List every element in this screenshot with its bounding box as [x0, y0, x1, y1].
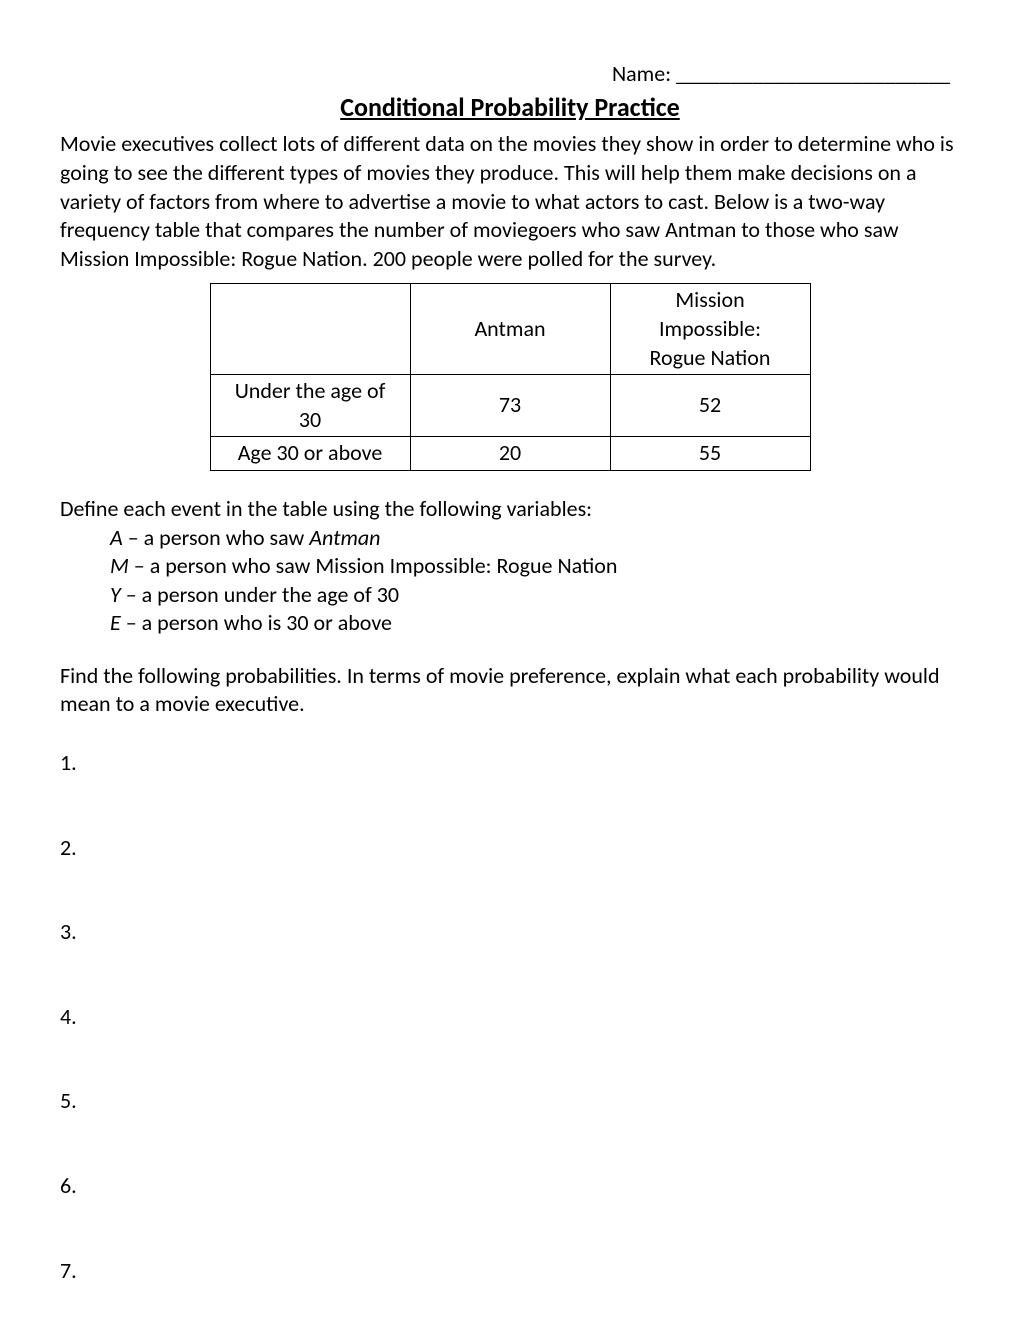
define-section: Define each event in the table using the…	[60, 495, 960, 638]
question-item: 3.	[60, 918, 960, 947]
table-row: Age 30 or above 20 55	[210, 437, 810, 471]
question-item: 2.	[60, 834, 960, 863]
row-label: Under the age of 30	[210, 375, 410, 437]
define-heading: Define each event in the table using the…	[60, 495, 960, 524]
define-list: A – a person who saw Antman M – a person…	[60, 524, 960, 638]
table-header-mi: Mission Impossible: Rogue Nation	[610, 284, 810, 375]
name-field-line: Name: _________________________	[60, 60, 960, 89]
list-item: M – a person who saw Mission Impossible:…	[110, 552, 960, 581]
cell-value: 52	[610, 375, 810, 437]
questions-list: 1. 2. 3. 4. 5. 6. 7.	[60, 749, 960, 1285]
table-header-antman: Antman	[410, 284, 610, 375]
frequency-table: Antman Mission Impossible: Rogue Nation …	[210, 283, 811, 471]
name-label: Name:	[612, 60, 676, 87]
name-blank[interactable]: _________________________	[676, 60, 950, 87]
intro-paragraph: Movie executives collect lots of differe…	[60, 130, 960, 273]
page-title: Conditional Probability Practice	[60, 91, 960, 125]
list-item: E – a person who is 30 or above	[110, 609, 960, 638]
cell-value: 73	[410, 375, 610, 437]
table-corner-cell	[210, 284, 410, 375]
instruction-paragraph: Find the following probabilities. In ter…	[60, 662, 960, 719]
cell-value: 20	[410, 437, 610, 471]
question-item: 4.	[60, 1003, 960, 1032]
list-item: Y – a person under the age of 30	[110, 581, 960, 610]
question-item: 5.	[60, 1087, 960, 1116]
table-row: Under the age of 30 73 52	[210, 375, 810, 437]
question-item: 1.	[60, 749, 960, 778]
question-item: 7.	[60, 1257, 960, 1286]
cell-value: 55	[610, 437, 810, 471]
question-item: 6.	[60, 1172, 960, 1201]
list-item: A – a person who saw Antman	[110, 524, 960, 553]
row-label: Age 30 or above	[210, 437, 410, 471]
